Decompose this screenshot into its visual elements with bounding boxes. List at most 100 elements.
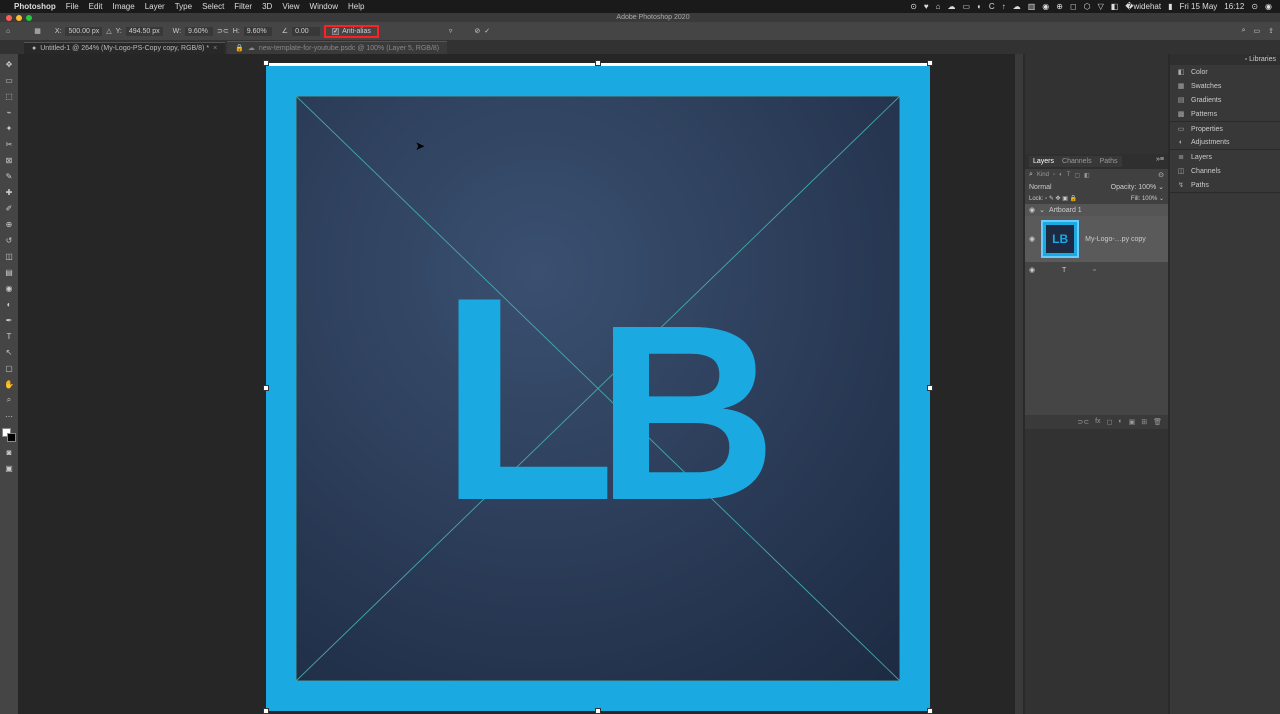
frame-tool-icon[interactable]: ⊠ [3, 154, 15, 166]
filter-icon[interactable]: ◧ [1084, 172, 1090, 179]
visibility-icon[interactable]: ◉ [1029, 235, 1035, 243]
transform-handle-se[interactable] [927, 708, 933, 714]
filter-toggle[interactable]: ⊙ [1158, 171, 1164, 179]
status-icon[interactable]: ☁ [1013, 2, 1021, 11]
workspace-icon[interactable]: ▭ [1254, 27, 1261, 35]
lasso-tool-icon[interactable]: ⌁ [3, 106, 15, 118]
libraries-button[interactable]: ▫ Libraries [1245, 56, 1276, 63]
channels-tab[interactable]: Channels [1062, 158, 1092, 165]
anti-alias-checkbox[interactable] [332, 28, 339, 35]
transform-handle-s[interactable] [595, 708, 601, 714]
document-tab-1[interactable]: ● Untitled-1 @ 264% (My-Logo-PS-Copy cop… [24, 42, 225, 54]
visibility-icon[interactable]: ◉ [1029, 206, 1035, 214]
crop-tool-icon[interactable]: ✂ [3, 138, 15, 150]
search-icon[interactable]: ⊙ [1251, 2, 1258, 11]
menu-window[interactable]: Window [310, 2, 338, 11]
status-icon[interactable]: ◧ [1111, 2, 1119, 11]
close-window-icon[interactable] [6, 15, 12, 21]
type-tool-icon[interactable]: T [3, 330, 15, 342]
commit-transform-icon[interactable]: ✓ [484, 27, 490, 35]
siri-icon[interactable]: ◉ [1265, 2, 1272, 11]
status-icon[interactable]: ▭ [963, 2, 971, 11]
document-tab-2[interactable]: 🔒 ☁ new-template-for-youtube.psdc @ 100%… [227, 41, 447, 54]
transform-reference-icon[interactable]: ▦ [34, 27, 41, 35]
menu-image[interactable]: Image [112, 2, 134, 11]
fill-value[interactable]: 100% [1142, 196, 1157, 202]
layer-row[interactable]: ◉ LB My-Logo-…py copy [1025, 216, 1168, 262]
color-swatches[interactable] [2, 428, 16, 442]
status-icon[interactable]: ⬡ [1084, 2, 1091, 11]
status-icon[interactable]: C [989, 2, 995, 11]
close-tab-icon[interactable]: × [213, 45, 217, 52]
time[interactable]: 16:12 [1224, 2, 1244, 11]
status-icon[interactable]: ◻ [1070, 2, 1077, 11]
transform-handle-w[interactable] [263, 385, 269, 391]
lock-icon[interactable]: ▫ [1045, 196, 1047, 202]
eraser-tool-icon[interactable]: ◫ [3, 250, 15, 262]
panel-gradients[interactable]: ▤Gradients [1170, 93, 1280, 107]
wifi-icon[interactable]: �widehat [1125, 2, 1161, 11]
panel-swatches[interactable]: ▦Swatches [1170, 79, 1280, 93]
filter-icon[interactable]: ▢ [1074, 172, 1080, 179]
artboard-name[interactable]: Artboard 1 [1049, 207, 1082, 214]
fx-icon[interactable]: fx [1095, 418, 1100, 426]
path-tool-icon[interactable]: ↖ [3, 346, 15, 358]
transform-handle-ne[interactable] [927, 60, 933, 66]
transform-handle-e[interactable] [927, 385, 933, 391]
visibility-icon[interactable]: ◉ [1029, 266, 1035, 274]
wand-tool-icon[interactable]: ✦ [3, 122, 15, 134]
status-icon[interactable]: ♥ [924, 2, 929, 11]
artboard-layer[interactable]: ◉ ⌄ Artboard 1 [1025, 204, 1168, 216]
hand-tool-icon[interactable]: ✋ [3, 378, 15, 390]
layer-row[interactable]: ◉ T ▫ [1025, 262, 1168, 278]
menu-select[interactable]: Select [202, 2, 224, 11]
home-icon[interactable]: ⌂ [6, 28, 10, 35]
menu-view[interactable]: View [282, 2, 299, 11]
canvas-scrollbar[interactable] [1015, 54, 1023, 714]
lock-icon[interactable]: 🔒 [1070, 196, 1077, 202]
x-field[interactable]: 500.00 px [65, 27, 102, 36]
filter-search-icon[interactable]: ⌕ [1029, 171, 1033, 179]
panel-paths[interactable]: ↯Paths [1170, 178, 1280, 192]
paths-tab[interactable]: Paths [1100, 158, 1118, 165]
panel-layers[interactable]: ≣Layers [1170, 150, 1280, 164]
lock-icon[interactable]: ▣ [1062, 196, 1068, 202]
panel-channels[interactable]: ◫Channels [1170, 164, 1280, 178]
share-icon[interactable]: ⇪ [1268, 27, 1274, 35]
menu-file[interactable]: File [66, 2, 79, 11]
canvas-area[interactable]: LB ➤ [18, 54, 1015, 714]
status-icon[interactable]: ▥ [1028, 2, 1036, 11]
status-icon[interactable]: ◉ [1042, 2, 1049, 11]
y-field[interactable]: 494.50 px [126, 27, 163, 36]
cancel-transform-icon[interactable]: ⊘ [474, 27, 480, 35]
status-icon[interactable]: ↑ [1002, 2, 1006, 11]
layers-tab[interactable]: Layers [1033, 158, 1054, 165]
menu-layer[interactable]: Layer [145, 2, 165, 11]
pen-tool-icon[interactable]: ✒ [3, 314, 15, 326]
history-brush-tool-icon[interactable]: ↺ [3, 234, 15, 246]
mask-icon[interactable]: ◻ [1107, 418, 1113, 426]
adjustment-icon[interactable]: ◐ [1118, 418, 1122, 426]
menu-edit[interactable]: Edit [89, 2, 103, 11]
search-icon[interactable]: ⌕ [1242, 27, 1246, 35]
status-icon[interactable]: ◐ [977, 2, 982, 11]
link-icon[interactable]: ⊃⊂ [217, 27, 229, 35]
transform-handle-nw[interactable] [263, 60, 269, 66]
screen-mode-icon[interactable]: ▣ [3, 462, 15, 474]
panel-color[interactable]: ◧Color [1170, 65, 1280, 79]
blend-mode-select[interactable]: Normal [1029, 184, 1052, 191]
warp-icon[interactable]: ▿ [449, 27, 453, 35]
layer-thumbnail[interactable]: LB [1041, 220, 1079, 258]
filter-icon[interactable]: ◐ [1059, 172, 1063, 178]
transform-handle-sw[interactable] [263, 708, 269, 714]
status-icon[interactable]: ☁ [948, 2, 956, 11]
new-layer-icon[interactable]: ⊞ [1141, 418, 1147, 426]
zoom-tool-icon[interactable]: ⌕ [3, 394, 15, 406]
minimize-window-icon[interactable] [16, 15, 22, 21]
transform-handle-n[interactable] [595, 60, 601, 66]
dodge-tool-icon[interactable]: ◐ [3, 298, 15, 310]
menu-3d[interactable]: 3D [262, 2, 272, 11]
panel-adjustments[interactable]: ◐Adjustments [1170, 136, 1280, 149]
artboard-tool-icon[interactable]: ▭ [3, 74, 15, 86]
brush-tool-icon[interactable]: ✐ [3, 202, 15, 214]
